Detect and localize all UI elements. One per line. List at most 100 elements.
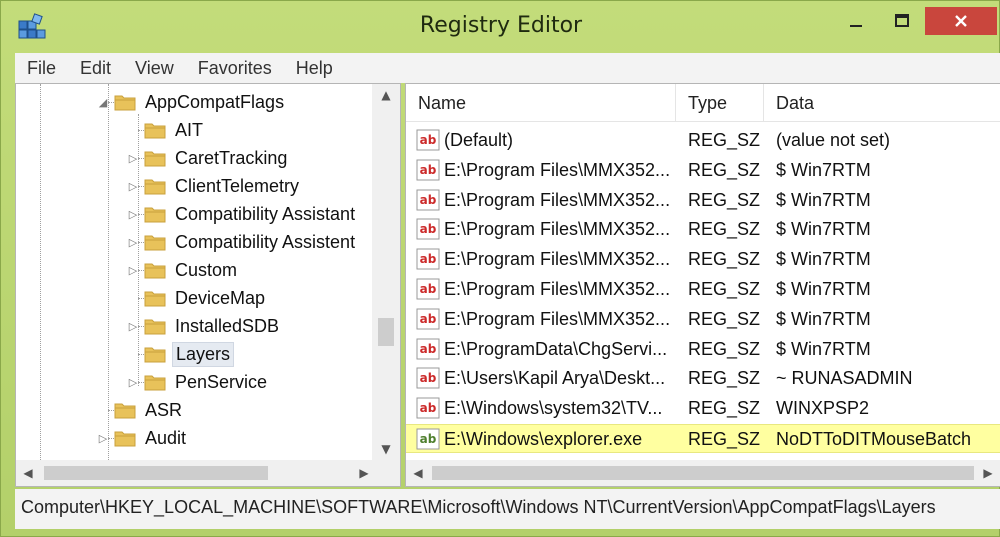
value-row[interactable]: ab E:\Users\Kapil Arya\Deskt... REG_SZ ~ RU…	[406, 364, 1000, 393]
tree-node[interactable]: ▷ Custom	[126, 256, 240, 284]
tree-node-label: ASR	[145, 399, 183, 420]
value-name: E:\Program Files\MMX352...	[444, 308, 671, 329]
tree-node[interactable]: ▷ Compatibility Assistant	[126, 200, 358, 228]
value-row[interactable]: ab E:\Program Files\MMX352... REG_SZ $ Win7…	[406, 186, 1000, 215]
folder-icon	[144, 263, 166, 279]
folder-icon	[144, 319, 166, 335]
value-type: REG_SZ	[688, 429, 761, 449]
values-list-header: Name Type Data	[406, 84, 1000, 122]
tree-vertical-scroll-thumb[interactable]	[378, 318, 394, 346]
value-name: E:\Windows\explorer.exe	[444, 429, 643, 449]
tree-node[interactable]: ▷ ClientTelemetry	[126, 172, 302, 200]
close-button[interactable]	[925, 7, 997, 35]
svg-text:ab: ab	[420, 401, 437, 415]
expand-arrow-icon[interactable]: ▷	[126, 180, 140, 193]
tree-vertical-scrollbar[interactable]: ▲ ▼	[372, 84, 400, 460]
tree-node[interactable]: ▷ Compatibility Assistent	[126, 228, 358, 256]
reg-sz-icon: ab	[416, 367, 440, 389]
scroll-right-icon[interactable]: ▶	[976, 460, 1000, 486]
folder-icon	[144, 179, 166, 195]
value-data: WINXPSP2	[776, 398, 870, 419]
value-row[interactable]: ab E:\Windows\explorer.exe REG_SZ NoDTToDIT…	[406, 424, 1000, 453]
expand-arrow-icon[interactable]: ▷	[126, 264, 140, 277]
tree-node-label: Custom	[175, 259, 238, 280]
value-row[interactable]: ab E:\Program Files\MMX352... REG_SZ $ Win7…	[406, 275, 1000, 304]
tree-node-label: PenService	[175, 371, 268, 392]
tree-node[interactable]: ▷ PenService	[126, 368, 270, 396]
expand-arrow-icon[interactable]: ▷	[126, 208, 140, 221]
expand-arrow-icon[interactable]: ▷	[126, 236, 140, 249]
tree-node[interactable]: ▷ CaretTracking	[126, 144, 290, 172]
svg-text:ab: ab	[420, 312, 437, 326]
value-row[interactable]: ab E:\Program Files\MMX352... REG_SZ $ Win7…	[406, 305, 1000, 334]
column-header-name[interactable]: Name	[406, 84, 676, 122]
svg-text:ab: ab	[420, 371, 437, 385]
values-list-pane[interactable]: Name Type Data ab (Default) REG_SZ (value n…	[405, 83, 1000, 487]
column-header-type[interactable]: Type	[676, 84, 764, 122]
value-type: REG_SZ	[688, 249, 761, 270]
tree-node[interactable]: ◢ AppCompatFlags	[96, 88, 287, 116]
tree-node[interactable]: AIT	[126, 116, 206, 144]
value-type: REG_SZ	[688, 308, 761, 329]
expand-arrow-icon[interactable]: ▷	[96, 432, 110, 445]
registry-tree-pane[interactable]: ◢ AppCompatFlags AIT ▷ CaretTracking ▷ ClientT…	[15, 83, 401, 487]
scroll-down-icon[interactable]: ▼	[372, 438, 400, 460]
scroll-up-icon[interactable]: ▲	[372, 84, 400, 106]
scroll-left-icon[interactable]: ◀	[406, 460, 430, 486]
tree-horizontal-scroll-thumb[interactable]	[44, 466, 268, 480]
svg-text:ab: ab	[420, 432, 437, 446]
value-row[interactable]: ab E:\Program Files\MMX352... REG_SZ $ Win7…	[406, 156, 1000, 185]
value-type: REG_SZ	[688, 368, 761, 389]
value-row[interactable]: ab E:\Program Files\MMX352... REG_SZ $ Win7…	[406, 215, 1000, 244]
maximize-button[interactable]	[879, 7, 925, 35]
status-bar-path: Computer\HKEY_LOCAL_MACHINE\SOFTWARE\Mic…	[15, 489, 1000, 529]
scroll-left-icon[interactable]: ◀	[16, 460, 40, 486]
folder-icon	[114, 95, 136, 111]
menu-edit[interactable]: Edit	[68, 58, 123, 79]
expand-arrow-icon[interactable]: ▷	[126, 376, 140, 389]
folder-icon	[144, 291, 166, 307]
minimize-button[interactable]	[833, 7, 879, 35]
menu-help[interactable]: Help	[284, 58, 345, 79]
values-horizontal-scroll-thumb[interactable]	[432, 466, 974, 480]
value-row[interactable]: ab E:\Windows\system32\TV... REG_SZ WINXPSP…	[406, 394, 1000, 423]
value-name: E:\Program Files\MMX352...	[444, 159, 671, 180]
tree-node-label: CaretTracking	[175, 147, 288, 168]
value-name: E:\Windows\system32\TV...	[444, 398, 663, 419]
reg-sz-icon: ab	[416, 159, 440, 181]
value-row[interactable]: ab E:\Program Files\MMX352... REG_SZ $ Win7…	[406, 245, 1000, 274]
value-row[interactable]: ab E:\ProgramData\ChgServi... REG_SZ $ Win7…	[406, 335, 1000, 364]
column-header-data[interactable]: Data	[764, 84, 1000, 122]
expand-arrow-icon[interactable]: ◢	[96, 96, 110, 109]
maximize-icon	[895, 14, 909, 27]
scroll-right-icon[interactable]: ▶	[352, 460, 376, 486]
svg-text:ab: ab	[420, 222, 437, 236]
value-name: E:\Program Files\MMX352...	[444, 279, 671, 299]
tree-node[interactable]: ▷ Audit	[96, 424, 189, 452]
reg-sz-icon: ab	[416, 428, 440, 450]
tree-node[interactable]: Layers	[126, 340, 235, 368]
value-name: (Default)	[444, 130, 514, 150]
value-type: REG_SZ	[688, 130, 761, 150]
tree-node[interactable]: DeviceMap	[126, 284, 268, 312]
reg-sz-icon: ab	[416, 129, 440, 151]
value-data: NoDTToDITMouseBatch	[776, 429, 972, 449]
expand-arrow-icon[interactable]: ▷	[126, 152, 140, 165]
menu-view[interactable]: View	[123, 58, 186, 79]
tree-horizontal-scrollbar[interactable]: ◀ ▶	[16, 460, 400, 486]
title-bar[interactable]: Registry Editor	[1, 1, 1000, 53]
tree-node[interactable]: ASR	[96, 396, 185, 424]
tree-node[interactable]: ▷ InstalledSDB	[126, 312, 282, 340]
reg-sz-icon: ab	[416, 338, 440, 360]
svg-text:ab: ab	[420, 163, 437, 177]
folder-icon	[144, 375, 166, 391]
values-horizontal-scrollbar[interactable]: ◀ ▶	[406, 460, 1000, 486]
menu-file[interactable]: File	[15, 58, 68, 79]
value-row[interactable]: ab (Default) REG_SZ (value not set)	[406, 126, 1000, 155]
reg-sz-icon: ab	[416, 189, 440, 211]
tree-node-label: AppCompatFlags	[145, 91, 285, 112]
value-data: $ Win7RTM	[776, 338, 871, 359]
value-type: REG_SZ	[688, 338, 761, 359]
expand-arrow-icon[interactable]: ▷	[126, 320, 140, 333]
menu-favorites[interactable]: Favorites	[186, 58, 284, 79]
